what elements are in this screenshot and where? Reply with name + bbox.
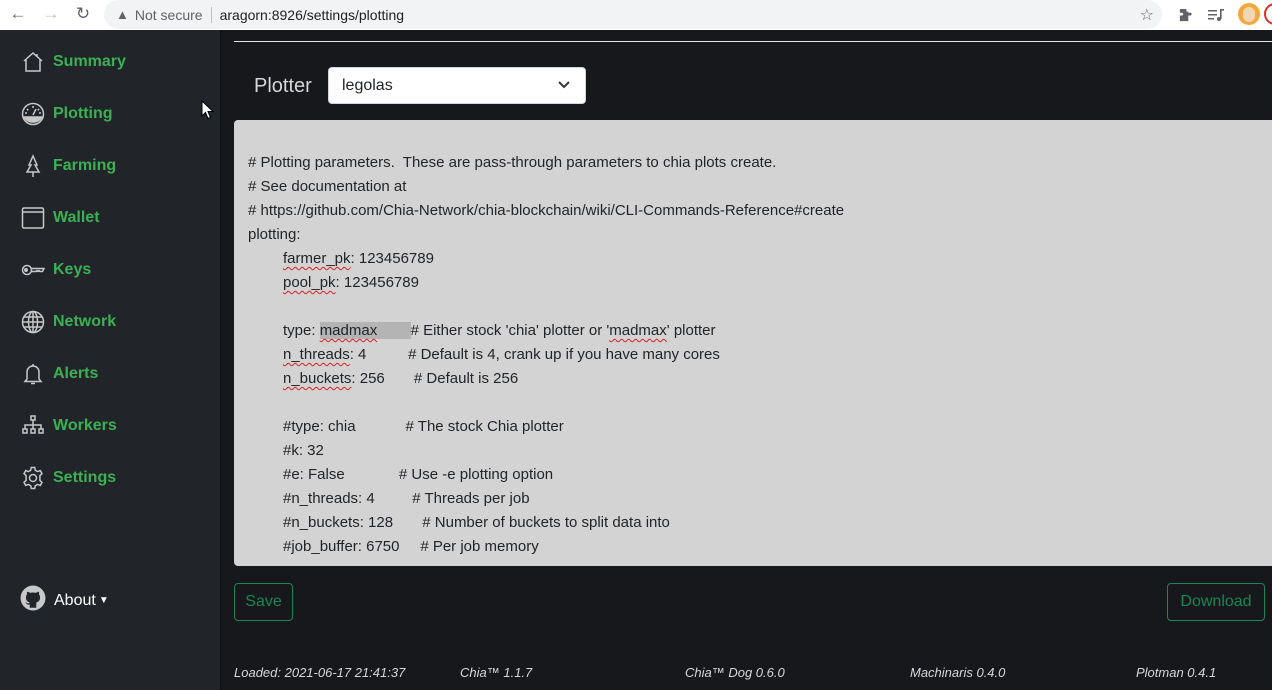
reload-icon[interactable]: ↻ <box>73 4 93 24</box>
editor-line: plotting: <box>248 226 301 243</box>
editor-line: pool_pk: 123456789 <box>248 271 1272 295</box>
editor-text: : 123456789 <box>335 274 419 291</box>
spell-error: madmax <box>319 322 378 339</box>
wallet-icon <box>20 205 46 231</box>
editor-line-blank <box>248 295 1272 319</box>
bell-icon <box>20 361 46 387</box>
url-text[interactable]: aragorn:8926/settings/plotting <box>220 7 404 23</box>
text-selection: madmax <box>319 322 411 339</box>
loaded-timestamp: Loaded: 2021-06-17 21:41:37 <box>234 665 406 680</box>
about-dropdown[interactable]: About ▼ <box>20 585 109 616</box>
diagram-icon <box>20 413 46 439</box>
chia-version: Chia™ 1.1.7 <box>460 665 533 680</box>
sidebar-item-label: Alerts <box>53 365 99 382</box>
divider <box>234 41 1272 42</box>
editor-line: #job_buffer: 6750 # Per job memory <box>283 538 539 555</box>
globe-icon <box>20 309 46 335</box>
spell-error: pool_pk <box>283 274 336 291</box>
sidebar-item-label: Plotting <box>53 105 113 122</box>
sidebar-item-summary[interactable]: Summary <box>20 47 126 77</box>
editor-line: # Plotting parameters. These are pass-th… <box>248 154 777 171</box>
config-editor[interactable]: # Plotting parameters. These are pass-th… <box>234 120 1272 566</box>
sidebar-item-label: Workers <box>53 417 117 434</box>
back-icon[interactable]: ← <box>8 4 28 24</box>
media-queue-icon[interactable] <box>1207 6 1225 24</box>
editor-line: # See documentation at <box>248 178 407 195</box>
sidebar-item-settings[interactable]: Settings <box>20 463 116 493</box>
sidebar-item-label: Keys <box>53 261 92 278</box>
speedometer-icon <box>20 101 46 127</box>
sidebar-item-wallet[interactable]: Wallet <box>20 203 100 233</box>
editor-line: #e: False # Use -e plotting option <box>283 466 554 483</box>
spell-error: madmax <box>609 322 667 339</box>
profile-avatar[interactable] <box>1238 3 1260 25</box>
sidebar-item-workers[interactable]: Workers <box>20 411 117 441</box>
editor-line: farmer_pk: 123456789 <box>248 247 1272 271</box>
sidebar-item-label: Summary <box>53 53 126 70</box>
gear-icon <box>20 465 46 491</box>
editor-line: type: madmax # Either stock 'chia' plott… <box>248 319 1272 343</box>
security-label[interactable]: Not secure <box>135 7 203 23</box>
editor-line: #type: chia # The stock Chia plotter <box>283 418 564 435</box>
editor-line: #n_buckets: 128 # Number of buckets to s… <box>283 514 670 531</box>
editor-text: type: <box>283 322 320 339</box>
plotter-select[interactable]: legolas <box>328 67 586 104</box>
editor-text: : 256 # Default is 256 <box>351 370 519 387</box>
sidebar-item-keys[interactable]: Keys <box>20 255 91 285</box>
divider <box>210 6 212 23</box>
spell-error: farmer_pk <box>283 250 351 267</box>
github-icon <box>20 585 46 616</box>
sidebar-item-label: Settings <box>53 469 117 486</box>
key-icon <box>20 257 46 283</box>
chiadog-version: Chia™ Dog 0.6.0 <box>685 665 785 680</box>
editor-line-blank <box>248 391 1272 415</box>
plotter-label: Plotter <box>254 75 312 97</box>
sidebar-item-label: Network <box>53 313 117 330</box>
save-button[interactable]: Save <box>234 583 293 621</box>
spell-error: n_buckets <box>283 370 352 387</box>
extensions-puzzle-icon[interactable] <box>1176 6 1194 24</box>
sidebar-item-alerts[interactable]: Alerts <box>20 359 98 389</box>
editor-line: #k: 32 <box>283 442 324 459</box>
machinaris-version: Machinaris 0.4.0 <box>910 665 1006 680</box>
editor-line: n_buckets: 256 # Default is 256 <box>248 367 1272 391</box>
mouse-cursor-icon <box>201 100 214 120</box>
editor-line: # https://github.com/Chia-Network/chia-b… <box>248 202 845 219</box>
editor-text: # Either stock 'chia' plotter or ' <box>410 322 610 339</box>
sidebar-item-label: Wallet <box>53 209 100 226</box>
address-bar[interactable]: ▲ Not secure aragorn:8926/settings/plott… <box>104 0 1162 29</box>
bookmark-star-icon[interactable]: ☆ <box>1140 5 1154 25</box>
browser-toolbar: ← → ↻ ▲ Not secure aragorn:8926/settings… <box>0 0 1272 30</box>
plotman-version: Plotman 0.4.1 <box>1136 665 1217 680</box>
editor-text: ' plotter <box>666 322 716 339</box>
plotter-select-value: legolas <box>342 76 393 94</box>
editor-line: n_threads: 4 # Default is 4, crank up if… <box>248 343 1272 367</box>
editor-text: : 4 # Default is 4, crank up if you have… <box>349 346 720 363</box>
download-button[interactable]: Download <box>1167 583 1265 621</box>
sidebar-item-network[interactable]: Network <box>20 307 116 337</box>
profile-indicator[interactable] <box>1264 3 1272 25</box>
about-label: About <box>54 591 96 609</box>
forward-icon[interactable]: → <box>41 4 61 24</box>
editor-line: #n_threads: 4 # Threads per job <box>283 490 530 507</box>
sidebar-item-label: Farming <box>53 157 117 174</box>
tree-icon <box>20 153 46 179</box>
editor-text: : 123456789 <box>350 250 434 267</box>
spell-error: n_threads <box>283 346 350 363</box>
chevron-down-icon <box>558 81 570 89</box>
sidebar: Summary Plotting Farming Wallet Keys Net… <box>0 30 221 690</box>
warning-icon[interactable]: ▲ <box>116 7 129 22</box>
sidebar-item-farming[interactable]: Farming <box>20 151 116 181</box>
house-icon <box>20 49 46 75</box>
editor-text <box>377 322 410 339</box>
caret-down-icon: ▼ <box>98 595 109 606</box>
sidebar-item-plotting[interactable]: Plotting <box>20 99 113 129</box>
main-content: Plotter legolas # Plotting parameters. T… <box>222 30 1272 690</box>
